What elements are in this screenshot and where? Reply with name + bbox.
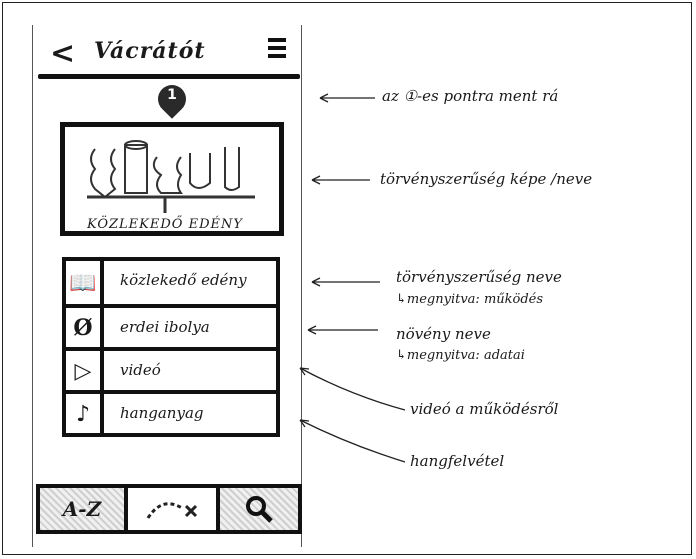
annotation-plant: növény neve bbox=[396, 325, 491, 343]
annotation-audio: hangfelvétel bbox=[410, 452, 505, 470]
annotation-name-sub: ↳megnyitva: működés bbox=[396, 292, 544, 307]
annotation-arrows bbox=[299, 93, 406, 463]
annotation-image: törvényszerűség képe /neve bbox=[380, 170, 593, 188]
annotation-pin: az ①-es pontra ment rá bbox=[382, 87, 559, 105]
annotation-name: törvényszerűség neve bbox=[396, 268, 562, 286]
annotation-video: videó a működésről bbox=[410, 400, 559, 418]
annotation-plant-sub: ↳megnyitva: adatai bbox=[396, 348, 525, 363]
